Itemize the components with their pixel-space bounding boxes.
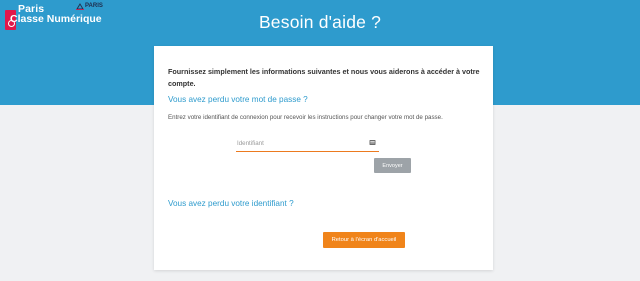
logo-city-label: PARIS — [85, 3, 103, 9]
id-card-icon — [369, 140, 376, 145]
lost-password-instructions: Entrez votre identifiant de connexion po… — [168, 114, 443, 121]
paris-city-icon — [76, 3, 84, 10]
help-card: Fournissez simplement les informations s… — [154, 46, 493, 270]
page-title: Besoin d'aide ? — [258, 12, 382, 32]
lost-identifier-title[interactable]: Vous avez perdu votre identifiant ? — [168, 199, 294, 208]
back-to-home-button[interactable]: Retour à l'écran d'accueil — [323, 232, 405, 248]
intro-text: Fournissez simplement les informations s… — [168, 67, 480, 88]
identifier-input[interactable] — [236, 135, 366, 151]
identifier-field — [236, 135, 379, 152]
lost-password-title[interactable]: Vous avez perdu votre mot de passe ? — [168, 95, 308, 104]
send-button[interactable]: Envoyer — [374, 158, 411, 173]
